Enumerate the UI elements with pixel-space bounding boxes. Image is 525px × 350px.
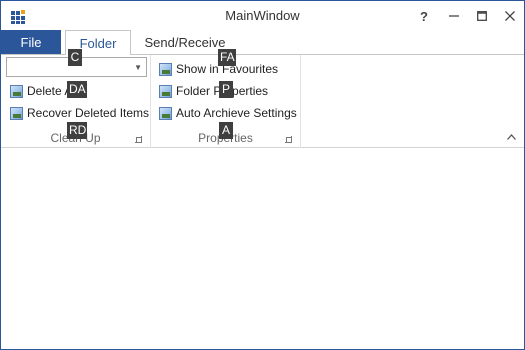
main-window: MainWindow ? File Folder Send/Receive ▼ …	[0, 0, 525, 350]
dialog-launcher-icon[interactable]	[285, 136, 292, 143]
picture-icon	[159, 62, 172, 76]
collapse-ribbon-button[interactable]	[505, 131, 517, 143]
close-button[interactable]	[498, 5, 522, 27]
close-icon	[505, 11, 515, 21]
auto-archieve-settings-label: Auto Archieve Settings	[176, 106, 297, 120]
maximize-button[interactable]	[470, 5, 494, 27]
minimize-icon	[449, 15, 459, 17]
chevron-up-icon	[506, 134, 516, 140]
keytip-show-in-favourites: FA	[218, 49, 236, 66]
help-button[interactable]: ?	[412, 5, 436, 27]
recover-deleted-items-button[interactable]: Recover Deleted Items	[10, 103, 149, 123]
minimize-button[interactable]	[442, 5, 466, 27]
keytip-recover-deleted-items: RD	[67, 122, 87, 139]
tab-file[interactable]: File	[1, 30, 61, 54]
picture-icon	[159, 106, 172, 120]
keytip-auto-archieve-settings: A	[219, 122, 233, 139]
keytip-folder-properties: P	[219, 81, 233, 98]
picture-icon	[10, 106, 23, 120]
picture-icon	[10, 84, 23, 98]
chevron-down-icon: ▼	[134, 63, 142, 72]
recover-deleted-items-label: Recover Deleted Items	[27, 106, 150, 120]
dialog-launcher-icon[interactable]	[135, 136, 142, 143]
title-bar: MainWindow ?	[1, 1, 524, 31]
auto-archieve-settings-button[interactable]: Auto Archieve Settings	[159, 103, 297, 123]
maximize-icon	[477, 11, 487, 21]
content-area	[1, 149, 524, 349]
picture-icon	[159, 84, 172, 98]
folder-properties-button[interactable]: Folder Properties	[159, 81, 268, 101]
keytip-combobox: C	[68, 49, 82, 66]
keytip-delete-all: DA	[67, 81, 87, 98]
